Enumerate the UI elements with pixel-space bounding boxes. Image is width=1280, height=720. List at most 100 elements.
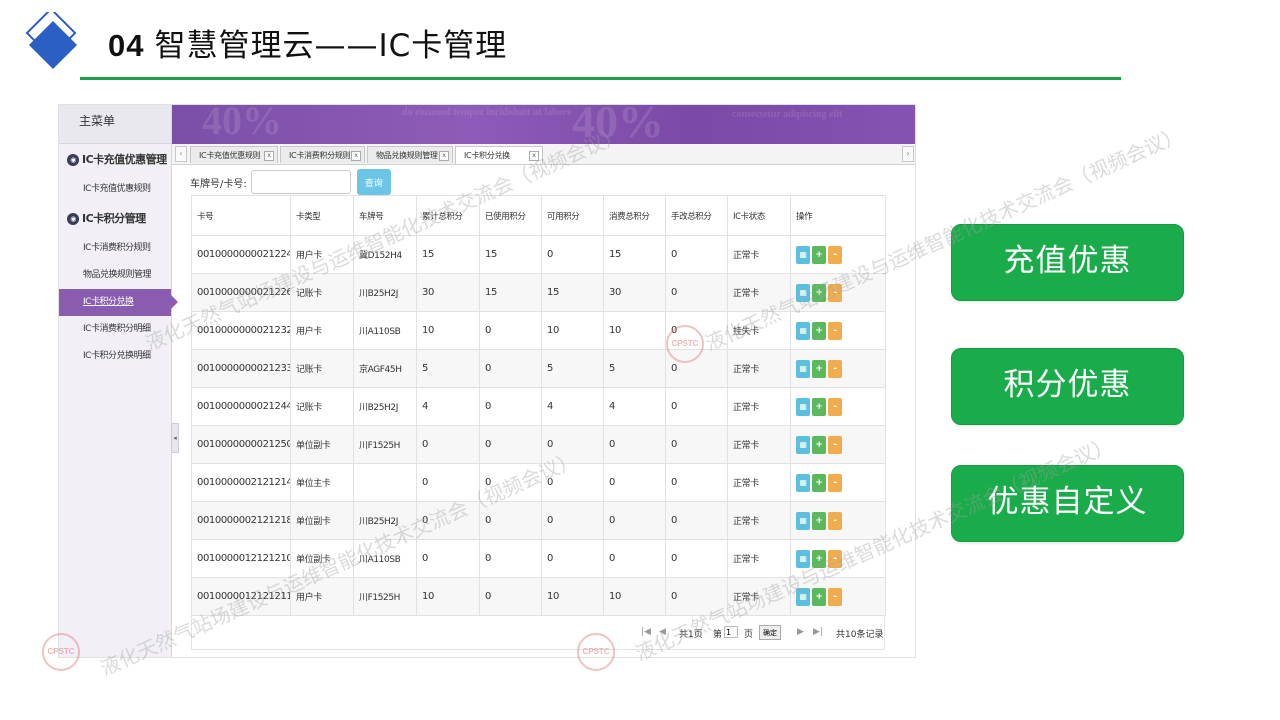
add-points-button[interactable]: + xyxy=(812,397,826,416)
table-cell: 记账卡 xyxy=(290,387,354,426)
column-header[interactable]: 卡类型 xyxy=(290,195,354,236)
add-points-button[interactable]: + xyxy=(812,435,826,454)
view-details-button[interactable]: ▦ xyxy=(796,283,810,302)
table-cell: 0 xyxy=(416,463,480,502)
subtract-points-button[interactable]: - xyxy=(828,587,842,606)
points-table: 卡号 卡类型 车牌号 累计总积分 已使用积分 可用积分 消费总积分 手改总积分 … xyxy=(191,195,886,616)
sidebar-group-label: IC卡积分管理 xyxy=(82,212,146,225)
table-row[interactable]: 0010000002121214 单位主卡 0 0 0 0 0 正常卡 ▦ + - xyxy=(191,463,886,502)
sidebar-item-points-exchange[interactable]: IC卡积分兑换 xyxy=(59,289,178,316)
first-page-icon[interactable]: |◀ xyxy=(641,627,651,637)
view-details-button[interactable]: ▦ xyxy=(796,321,810,340)
view-details-button[interactable]: ▦ xyxy=(796,435,810,454)
table-cell: 川A110SB xyxy=(353,539,417,578)
view-details-button[interactable]: ▦ xyxy=(796,549,810,568)
column-header[interactable]: 卡号 xyxy=(191,195,291,236)
add-points-button[interactable]: + xyxy=(812,321,826,340)
view-details-button[interactable]: ▦ xyxy=(796,587,810,606)
view-details-button[interactable]: ▦ xyxy=(796,397,810,416)
table-row[interactable]: 0010000000021250 单位副卡 川F1525H 0 0 0 0 0 正常卡 ▦ + - xyxy=(191,425,886,464)
subtract-points-button[interactable]: - xyxy=(828,435,842,454)
search-button[interactable]: 查询 xyxy=(356,169,391,195)
subtract-points-button[interactable]: - xyxy=(828,511,842,530)
table-cell: 0 xyxy=(541,463,604,502)
view-details-button[interactable]: ▦ xyxy=(796,511,810,530)
close-icon[interactable]: x xyxy=(439,151,449,161)
subtract-points-button[interactable]: - xyxy=(828,283,842,302)
recharge-discount-button[interactable]: 充值优惠 xyxy=(951,224,1184,301)
table-cell: 30 xyxy=(603,273,666,312)
table-row[interactable]: 0010000002121218 单位副卡 川B25H2J 0 0 0 0 0 正常卡 ▦ + - xyxy=(191,501,886,540)
sidebar-item-consumption-points-rules[interactable]: IC卡消费积分规则 xyxy=(59,235,171,262)
table-cell: 0 xyxy=(479,501,542,540)
close-icon[interactable]: x xyxy=(529,151,539,161)
subtract-points-button[interactable]: - xyxy=(828,397,842,416)
table-row[interactable]: 0010000000021244 记账卡 川B25H2J 4 0 4 4 0 正常卡 ▦ + - xyxy=(191,387,886,426)
last-page-icon[interactable]: ▶| xyxy=(813,627,823,637)
table-row[interactable]: 0010000012121211 用户卡 川F1525H 10 0 10 10 0 正常卡 ▦ + - xyxy=(191,577,886,616)
add-points-button[interactable]: + xyxy=(812,473,826,492)
sidebar-group-points[interactable]: ◉ IC卡积分管理 xyxy=(59,203,171,235)
add-points-button[interactable]: + xyxy=(812,283,826,302)
next-page-icon[interactable]: ▶ xyxy=(797,627,804,637)
tab-label: IC卡积分兑换 xyxy=(464,151,510,160)
sidebar-item-points-exchange-detail[interactable]: IC卡积分兑换明细 xyxy=(59,343,171,370)
view-details-button[interactable]: ▦ xyxy=(796,359,810,378)
tab-recharge-rules[interactable]: IC卡充值优惠规则 x xyxy=(190,146,278,163)
table-row[interactable]: 0010000000021224 用户卡 冀D152H4 15 15 0 15 0 正常卡 ▦ + - xyxy=(191,235,886,274)
sidebar-item-recharge-rules[interactable]: IC卡充值优惠规则 xyxy=(59,176,171,203)
table-cell: 川F1525H xyxy=(353,577,417,616)
table-row[interactable]: 0010000000021232 用户卡 川A110SB 10 0 10 10 0 挂失卡 ▦ + - xyxy=(191,311,886,350)
points-discount-button[interactable]: 积分优惠 xyxy=(951,348,1184,425)
table-cell: 正常卡 xyxy=(727,387,791,426)
custom-discount-button[interactable]: 优惠自定义 xyxy=(951,465,1184,542)
sidebar-header: 主菜单 xyxy=(59,105,171,144)
title-underline xyxy=(80,77,1121,80)
column-header[interactable]: 手改总积分 xyxy=(665,195,728,236)
view-details-button[interactable]: ▦ xyxy=(796,473,810,492)
column-header[interactable]: 已使用积分 xyxy=(479,195,542,236)
subtract-points-button[interactable]: - xyxy=(828,473,842,492)
add-points-button[interactable]: + xyxy=(812,359,826,378)
table-cell: 10 xyxy=(541,311,604,350)
points-group-icon: ◉ xyxy=(67,213,79,225)
view-details-button[interactable]: ▦ xyxy=(796,245,810,264)
tab-points-exchange[interactable]: IC卡积分兑换 x xyxy=(455,146,543,164)
page-number-input[interactable] xyxy=(724,626,738,638)
tab-item-exchange-rules[interactable]: 物品兑换规则管理 x xyxy=(367,146,453,163)
subtract-points-button[interactable]: - xyxy=(828,359,842,378)
subtract-points-button[interactable]: - xyxy=(828,321,842,340)
column-header[interactable]: 可用积分 xyxy=(541,195,604,236)
column-header[interactable]: 累计总积分 xyxy=(416,195,480,236)
search-input[interactable] xyxy=(250,170,351,194)
action-cell: ▦ + - xyxy=(790,235,886,274)
table-cell: 0010000012121210 xyxy=(191,539,291,578)
action-cell: ▦ + - xyxy=(790,425,886,464)
table-cell: 单位主卡 xyxy=(290,463,354,502)
tab-consumption-points-rules[interactable]: IC卡消费积分规则 x xyxy=(280,146,365,163)
sidebar-item-consumption-points-detail[interactable]: IC卡消费积分明细 xyxy=(59,316,171,343)
subtract-points-button[interactable]: - xyxy=(828,245,842,264)
table-row[interactable]: 0010000000021226 记账卡 川B25H2J 30 15 15 30 0 正常卡 ▦ +… xyxy=(191,273,886,312)
add-points-button[interactable]: + xyxy=(812,587,826,606)
add-points-button[interactable]: + xyxy=(812,245,826,264)
column-header[interactable]: IC卡状态 xyxy=(727,195,791,236)
tab-scroll-right-icon[interactable]: › xyxy=(902,146,914,162)
subtract-points-button[interactable]: - xyxy=(828,549,842,568)
prev-page-icon[interactable]: ◀ xyxy=(659,627,666,637)
close-icon[interactable]: x xyxy=(264,151,274,161)
sidebar-group-recharge[interactable]: ◉ IC卡充值优惠管理 xyxy=(59,144,171,176)
table-row[interactable]: 0010000012121210 单位副卡 川A110SB 0 0 0 0 0 正常卡 ▦ + - xyxy=(191,539,886,578)
close-icon[interactable]: x xyxy=(351,151,361,161)
tab-scroll-left-icon[interactable]: ‹ xyxy=(175,146,187,162)
table-row[interactable]: 0010000000021233 记账卡 京AGF45H 5 0 5 5 0 正常卡 ▦ + - xyxy=(191,349,886,388)
sidebar-collapse-handle[interactable]: ◂ xyxy=(171,423,179,453)
page-confirm-button[interactable]: 确定 xyxy=(759,625,781,640)
table-cell: 0 xyxy=(603,539,666,578)
add-points-button[interactable]: + xyxy=(812,511,826,530)
sidebar-item-item-exchange-rules[interactable]: 物品兑换规则管理 xyxy=(59,262,171,289)
sidebar-group-label: IC卡充值优惠管理 xyxy=(82,153,167,166)
column-header[interactable]: 车牌号 xyxy=(353,195,417,236)
column-header[interactable]: 消费总积分 xyxy=(603,195,666,236)
add-points-button[interactable]: + xyxy=(812,549,826,568)
